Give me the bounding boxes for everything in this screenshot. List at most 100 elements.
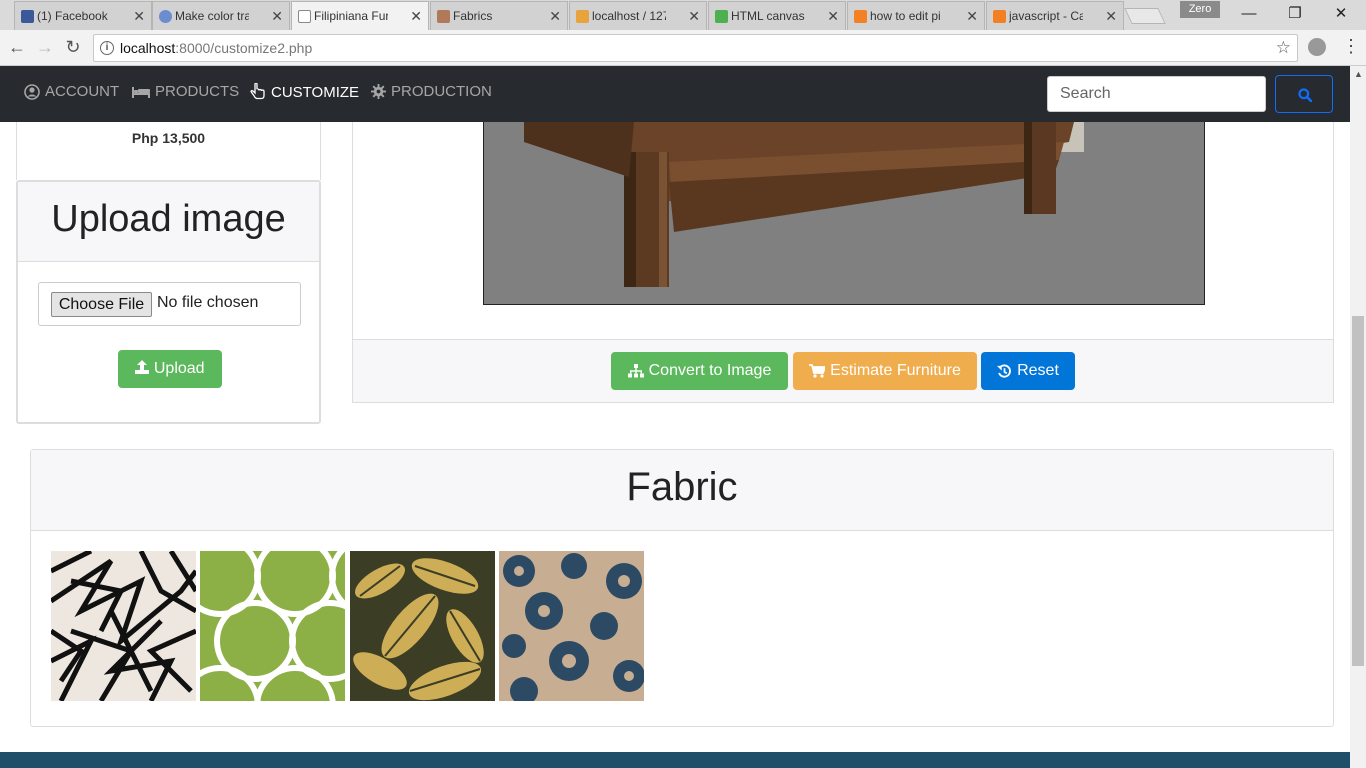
back-icon[interactable]: ← [6,36,28,58]
browser-tab-how-to-edit[interactable]: how to edit pi ✕ [847,1,985,30]
bed-icon [132,86,150,98]
browser-tab-make-color[interactable]: Make color tra ✕ [152,1,290,30]
browser-tab-phpmyadmin[interactable]: localhost / 127 ✕ [569,1,707,30]
tab-label: (1) Facebook [37,9,108,23]
browser-tab-html-canvas[interactable]: HTML canvas c ✕ [708,1,846,30]
tab-label: how to edit pi [870,9,941,23]
tab-label: HTML canvas c [731,9,805,23]
vertical-scrollbar[interactable]: ▲ [1350,66,1366,768]
history-icon [997,363,1011,378]
browser-tab-fabrics[interactable]: Fabrics ✕ [430,1,568,30]
browser-tabstrip: (1) Facebook ✕ Make color tra ✕ Filipini… [0,0,1366,30]
scrollbar-thumb[interactable] [1352,316,1364,666]
stackoverflow-icon [993,10,1006,23]
facebook-icon [21,10,34,23]
browser-toolbar: ← → ↻ i localhost:8000/customize2.php ☆ … [0,30,1366,66]
tab-label: Filipiniana Furn [314,9,388,23]
close-window-icon[interactable]: ✕ [1318,3,1364,25]
tab-label: Make color tra [175,9,249,23]
nav-products[interactable]: PRODUCTS [132,83,239,100]
chair-icon [437,10,450,23]
fabric-swatch-navy-floral[interactable] [499,551,644,701]
close-icon[interactable]: ✕ [133,8,145,25]
upload-icon [135,360,150,374]
new-tab-button[interactable] [1124,8,1166,24]
extension-icon[interactable] [1308,38,1326,56]
url-host: localhost [120,40,176,56]
search-input[interactable] [1047,76,1266,112]
phpmyadmin-icon [576,10,589,23]
nav-account-label: ACCOUNT [45,83,120,100]
stackoverflow-icon [854,10,867,23]
close-icon[interactable]: ✕ [827,8,839,25]
fabric-swatch-green-circles[interactable] [200,551,345,701]
page-footer [0,752,1350,768]
browser-tab-filipiniana[interactable]: Filipiniana Furn ✕ [291,1,429,30]
furniture-canvas[interactable] [483,122,1205,305]
hand-pointer-icon [250,83,265,100]
nav-customize-label: CUSTOMIZE [271,83,360,101]
convert-to-image-button[interactable]: Convert to Image [611,352,788,390]
fabric-pattern-image [499,551,644,701]
fabric-swatch-black-geometric[interactable] [51,551,196,701]
search-icon [1298,88,1312,102]
tab-label: Fabrics [453,9,493,23]
reload-icon[interactable]: ↻ [62,36,84,58]
cart-icon [809,364,826,378]
url-bar[interactable]: i localhost:8000/customize2.php ☆ [93,34,1298,62]
nav-production-label: PRODUCTION [391,83,492,100]
search-button[interactable] [1275,75,1333,113]
info-icon[interactable]: i [100,41,114,55]
upload-card: Upload image Choose File No file chosen … [16,180,321,424]
upload-title: Upload image [18,182,319,262]
page-viewport: ACCOUNT PRODUCTS CUSTOMIZE PRODUCTION Se… [0,66,1350,768]
tab-label: localhost / 127 [592,9,666,23]
upload-button-label: Upload [153,360,205,377]
fabric-card: Fabric [30,449,1334,727]
reset-label: Reset [1017,362,1059,379]
nav-account[interactable]: ACCOUNT [24,83,119,100]
fabric-swatch-gold-leaves[interactable] [350,551,495,701]
url-path: :8000/customize2.php [175,40,313,56]
fabric-title: Fabric [31,450,1333,531]
scroll-up-arrow-icon[interactable]: ▲ [1354,69,1363,79]
choose-file-button[interactable]: Choose File [51,292,152,317]
file-status: No file chosen [157,294,259,311]
sitemap-icon [627,364,644,378]
browser-tab-facebook[interactable]: (1) Facebook ✕ [14,1,152,30]
estimate-furniture-button[interactable]: Estimate Furniture [793,352,977,390]
browser-tab-javascript[interactable]: javascript - Ca ✕ [986,1,1124,30]
bed-preview-image [524,122,1084,287]
fabric-pattern-image [350,551,495,701]
close-icon[interactable]: ✕ [688,8,700,25]
close-icon[interactable]: ✕ [549,8,561,25]
convert-label: Convert to Image [648,362,772,379]
close-icon[interactable]: ✕ [410,8,422,25]
page-icon [298,10,311,23]
upload-button[interactable]: Upload [118,350,222,388]
action-bar: Convert to Image Estimate Furniture Rese… [353,339,1333,402]
forward-icon[interactable]: → [34,36,56,58]
estimate-label: Estimate Furniture [830,362,961,379]
customize-card: Convert to Image Estimate Furniture Rese… [352,122,1334,403]
profile-badge[interactable]: Zero [1180,1,1220,18]
nav-production[interactable]: PRODUCTION [371,83,492,100]
close-icon[interactable]: ✕ [271,8,283,25]
star-icon[interactable]: ☆ [1276,35,1291,61]
user-circle-icon [24,83,40,100]
fabric-pattern-image [200,551,345,701]
reset-button[interactable]: Reset [981,352,1075,390]
close-icon[interactable]: ✕ [966,8,978,25]
site-navbar: ACCOUNT PRODUCTS CUSTOMIZE PRODUCTION Se… [0,66,1350,122]
restore-icon[interactable]: ❐ [1272,3,1318,25]
nav-customize[interactable]: CUSTOMIZE [250,83,359,101]
file-input[interactable]: Choose File No file chosen [38,282,301,326]
w3-icon [715,10,728,23]
cloud-icon [159,10,172,23]
close-icon[interactable]: ✕ [1105,8,1117,25]
tab-label: javascript - Ca [1009,9,1083,23]
nav-products-label: PRODUCTS [155,83,240,100]
product-price: Php 13,500 [131,130,206,146]
more-vert-icon[interactable]: ⋮ [1342,36,1360,57]
minimize-icon[interactable]: — [1226,3,1272,25]
